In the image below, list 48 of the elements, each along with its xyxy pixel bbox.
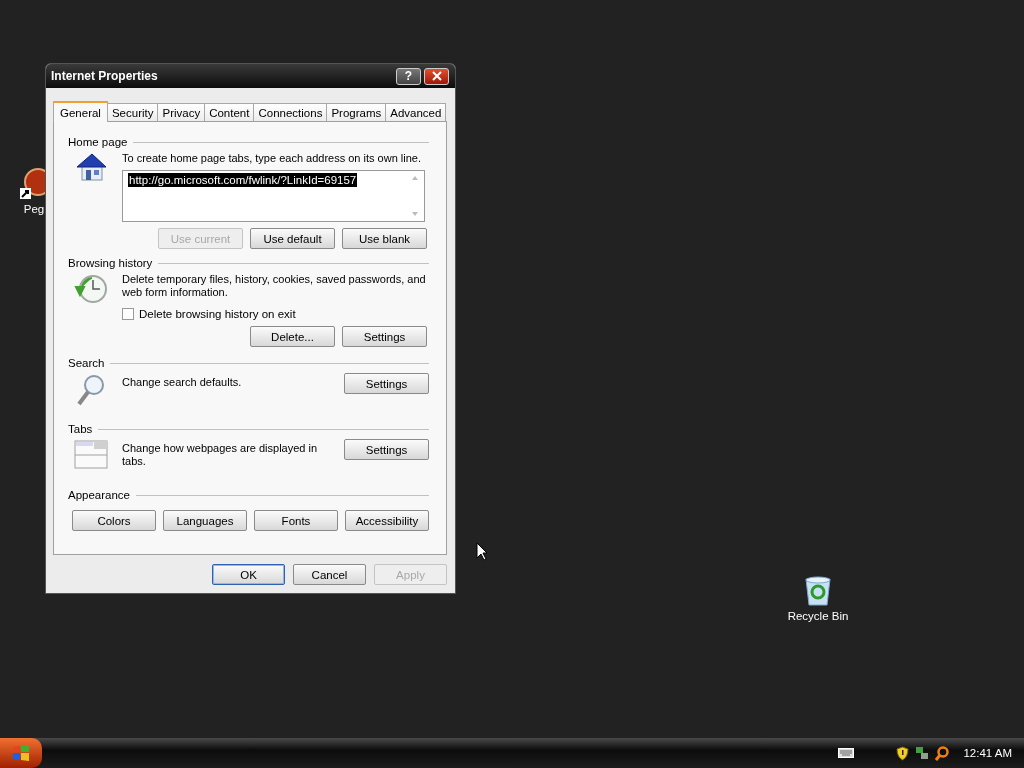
windows-flag-icon bbox=[12, 745, 30, 761]
dialog-button[interactable]: Use blank bbox=[342, 228, 427, 249]
dialog-button[interactable]: Languages bbox=[163, 510, 247, 531]
dialog-button[interactable]: Accessibility bbox=[345, 510, 429, 531]
group-heading: Appearance bbox=[68, 489, 131, 501]
dialog-button[interactable]: Settings bbox=[342, 326, 427, 347]
tab[interactable]: Connections bbox=[253, 103, 328, 121]
group-heading: Tabs bbox=[68, 423, 93, 435]
tab[interactable]: General bbox=[53, 101, 108, 122]
close-icon bbox=[431, 71, 442, 81]
clock-arrow-icon bbox=[72, 273, 110, 305]
tab[interactable]: Security bbox=[106, 103, 159, 121]
dialog-button[interactable]: Colors bbox=[72, 510, 156, 531]
window-title: Internet Properties bbox=[51, 69, 159, 83]
tab[interactable]: Content bbox=[204, 103, 255, 121]
tab[interactable]: Advanced bbox=[385, 103, 447, 121]
tabbed-window-icon bbox=[72, 439, 110, 469]
description-text: Change search defaults. bbox=[122, 375, 243, 389]
dialog-button[interactable]: Delete... bbox=[250, 326, 335, 347]
checkbox[interactable] bbox=[122, 308, 134, 320]
dialog-button[interactable]: OK bbox=[212, 564, 285, 585]
help-button[interactable]: ? bbox=[396, 67, 421, 85]
clock[interactable]: 12:41 AM bbox=[963, 747, 1012, 759]
dialog-button[interactable]: Use default bbox=[250, 228, 335, 249]
dialog-button[interactable]: Cancel bbox=[293, 564, 366, 585]
group-heading: Search bbox=[68, 357, 105, 369]
group-heading: Browsing history bbox=[68, 257, 153, 269]
checkbox-label[interactable]: Delete browsing history on exit bbox=[139, 308, 296, 320]
desktop-icon-label[interactable]: Peg bbox=[23, 203, 45, 215]
home-page-address-field[interactable]: http://go.microsoft.com/fwlink/?LinkId=69157 bbox=[122, 170, 425, 222]
dialog-button[interactable]: Settings bbox=[344, 373, 429, 394]
close-button[interactable] bbox=[424, 67, 449, 85]
dialog-button[interactable]: Fonts bbox=[254, 510, 338, 531]
keyboard-icon[interactable] bbox=[838, 748, 855, 758]
mouse-cursor-icon bbox=[476, 542, 488, 561]
description-text: Change how webpages are displayed in tabs. bbox=[122, 441, 319, 468]
tab[interactable]: Programs bbox=[326, 103, 387, 121]
description-text: To create home page tabs, type each address on its own line. bbox=[122, 152, 422, 165]
tab[interactable]: Privacy bbox=[157, 103, 206, 121]
magnifier-icon[interactable] bbox=[935, 745, 950, 761]
desktop-icon-label[interactable]: Recycle Bin bbox=[787, 610, 849, 622]
shield-icon[interactable] bbox=[896, 745, 910, 761]
group-heading: Home page bbox=[68, 136, 128, 148]
start-button[interactable] bbox=[0, 738, 42, 768]
description-text: Delete temporary files, history, cookies, saved passwords, and web form information. bbox=[122, 273, 427, 299]
network-icon[interactable] bbox=[915, 746, 930, 760]
dialog-button[interactable]: Settings bbox=[344, 439, 429, 460]
recycle-bin-icon[interactable] bbox=[803, 575, 833, 607]
